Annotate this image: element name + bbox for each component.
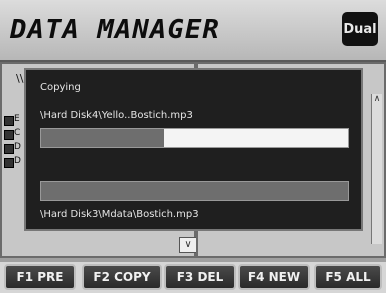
file-progress-bar: [40, 128, 349, 148]
destination-path: \Hard Disk3\Mdata\Bostich.mp3: [40, 209, 199, 220]
right-scrollbar[interactable]: ∧: [371, 94, 382, 244]
source-path: \Hard Disk4\Yello..Bostich.mp3: [40, 110, 193, 121]
folder-icon: [4, 158, 14, 168]
folder-icon: [4, 144, 14, 154]
f5-all-button[interactable]: F5 ALL: [314, 264, 382, 290]
left-pane-path: \\: [16, 72, 24, 85]
dual-logo: Dual: [342, 12, 378, 46]
tree-item-label[interactable]: D: [14, 156, 21, 166]
f2-copy-button[interactable]: F2 COPY: [82, 264, 162, 290]
total-progress-bar: [40, 181, 349, 201]
dialog-heading: Copying: [40, 82, 81, 93]
tree-item-label[interactable]: E: [14, 114, 20, 124]
scroll-down-button[interactable]: ∨: [179, 237, 197, 253]
f4-new-button[interactable]: F4 NEW: [238, 264, 310, 290]
page-title: DATA MANAGER: [10, 15, 220, 45]
tree-item-label[interactable]: C: [14, 128, 20, 138]
chevron-up-icon[interactable]: ∧: [372, 94, 382, 104]
copy-progress-dialog: Copying \Hard Disk4\Yello..Bostich.mp3 \…: [24, 68, 363, 231]
f1-pre-button[interactable]: F1 PRE: [4, 264, 76, 290]
header: DATA MANAGER Dual: [0, 0, 386, 62]
chevron-down-icon: ∨: [184, 239, 192, 250]
function-key-bar: F1 PRE F2 COPY F3 DEL F4 NEW F5 ALL: [0, 262, 386, 293]
data-manager-screen: DATA MANAGER Dual \\ E C D D ∨ ∧ Copying…: [0, 0, 386, 293]
file-progress-fill: [41, 129, 164, 147]
f3-del-button[interactable]: F3 DEL: [164, 264, 236, 290]
folder-icon: [4, 116, 14, 126]
folder-icon: [4, 130, 14, 140]
tree-item-label[interactable]: D: [14, 142, 21, 152]
